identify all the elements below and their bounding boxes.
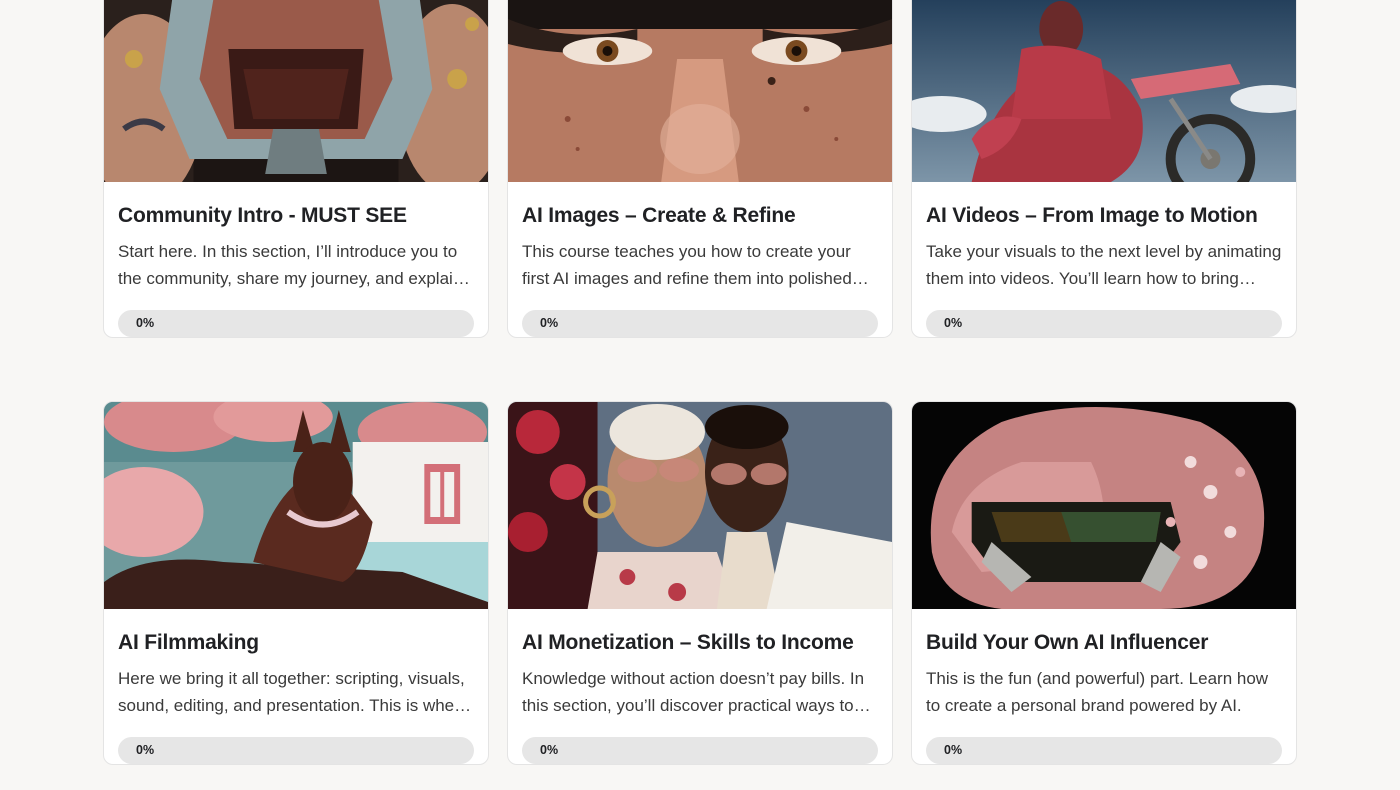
course-description: This is the fun (and powerful) part. Lea… <box>926 669 1269 715</box>
course-title: Build Your Own AI Influencer <box>926 631 1209 654</box>
course-card[interactable]: Community Intro - MUST SEE Start here. I… <box>103 0 489 338</box>
course-progress-bar: 0% <box>926 310 1282 337</box>
progress-label: 0% <box>944 316 963 330</box>
course-description: Here we bring it all together: scripting… <box>118 669 470 715</box>
course-description: Knowledge without action doesn’t pay bil… <box>522 669 865 715</box>
course-progress-bar: 0% <box>522 737 878 764</box>
course-description: Start here. In this section, I’ll introd… <box>118 242 463 288</box>
progress-label: 0% <box>944 743 963 757</box>
course-description: This course teaches you how to create yo… <box>522 242 852 288</box>
course-title: AI Filmmaking <box>118 631 259 654</box>
doberman-pool-image <box>104 402 488 609</box>
eyes-closeup-image <box>508 0 892 182</box>
motorbike-rider-image <box>912 0 1296 182</box>
progress-label: 0% <box>136 316 155 330</box>
course-progress-bar: 0% <box>522 310 878 337</box>
course-card[interactable]: AI Filmmaking Here we bring it all toget… <box>103 401 489 765</box>
course-progress-bar: 0% <box>926 737 1282 764</box>
progress-label: 0% <box>540 316 559 330</box>
course-description: Take your visuals to the next level by a… <box>926 242 1282 288</box>
course-title: AI Images – Create & Refine <box>522 204 796 227</box>
floral-helmet-image <box>912 402 1296 609</box>
helmet-portrait-image <box>104 0 488 182</box>
course-card[interactable]: AI Monetization – Skills to Income Knowl… <box>507 401 893 765</box>
fashion-couple-image <box>508 402 892 609</box>
course-title: AI Videos – From Image to Motion <box>926 204 1258 227</box>
progress-label: 0% <box>136 743 155 757</box>
course-card[interactable]: AI Images – Create & Refine This course … <box>507 0 893 338</box>
course-card[interactable]: Build Your Own AI Influencer This is the… <box>911 401 1297 765</box>
course-card[interactable]: AI Videos – From Image to Motion Take yo… <box>911 0 1297 338</box>
course-progress-bar: 0% <box>118 310 474 337</box>
progress-label: 0% <box>540 743 559 757</box>
course-title: AI Monetization – Skills to Income <box>522 631 854 654</box>
course-progress-bar: 0% <box>118 737 474 764</box>
course-title: Community Intro - MUST SEE <box>118 204 407 227</box>
